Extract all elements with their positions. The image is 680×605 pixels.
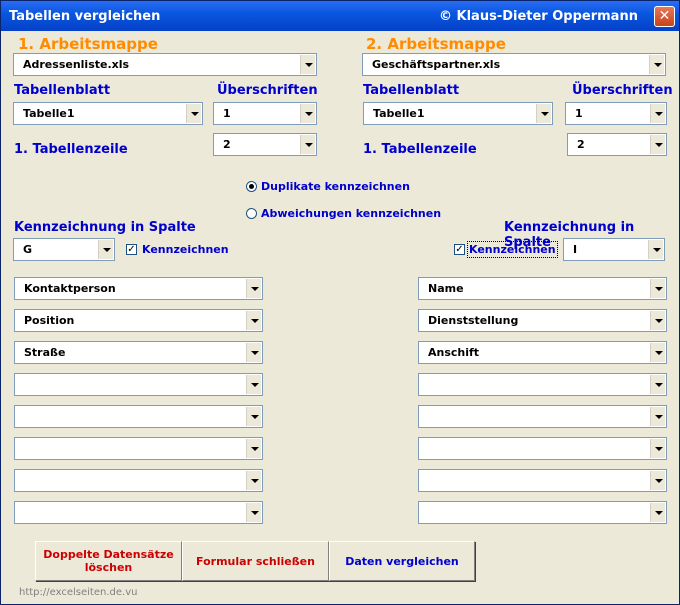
right-field-select[interactable]: Anschift [418, 341, 667, 364]
left-field-select[interactable] [14, 437, 263, 460]
right-headers-select[interactable]: 1 [565, 102, 667, 125]
right-field-value: Anschift [428, 346, 480, 359]
chevron-down-icon[interactable] [650, 407, 665, 426]
delete-duplicates-button[interactable]: Doppelte Datensätze löschen [35, 541, 182, 581]
chevron-down-icon[interactable] [300, 104, 315, 123]
right-sheet-label: Tabellenblatt [363, 83, 460, 98]
chevron-down-icon[interactable] [300, 135, 315, 154]
compare-data-button[interactable]: Daten vergleichen [329, 541, 475, 581]
chevron-down-icon[interactable] [650, 503, 665, 522]
left-first-row-label: 1. Tabellenzeile [14, 142, 128, 157]
chevron-down-icon[interactable] [650, 279, 665, 298]
right-sheet-select[interactable]: Tabelle1 [363, 102, 553, 125]
left-field-value: Straße [24, 346, 66, 359]
right-field-value: Name [428, 282, 464, 295]
right-sheet-value: Tabelle1 [373, 107, 425, 120]
chevron-down-icon[interactable] [246, 375, 261, 394]
chevron-down-icon[interactable] [246, 311, 261, 330]
left-sheet-label: Tabellenblatt [14, 83, 111, 98]
left-first-row-select[interactable]: 2 [213, 133, 317, 156]
left-field-value: Position [24, 314, 75, 327]
right-first-row-value: 2 [577, 138, 585, 151]
right-mark-column-select[interactable]: I [563, 238, 665, 261]
left-mark-checkbox[interactable]: ✓ [126, 244, 137, 255]
left-mark-checkbox-label[interactable]: Kennzeichnen [142, 243, 229, 256]
chevron-down-icon[interactable] [650, 439, 665, 458]
right-field-select[interactable]: Dienststellung [418, 309, 667, 332]
right-workbook-select[interactable]: Geschäftspartner.xls [362, 53, 666, 76]
right-workbook-value: Geschäftspartner.xls [372, 58, 501, 71]
duplicates-radio[interactable] [246, 181, 257, 192]
right-field-select[interactable] [418, 373, 667, 396]
left-headers-value: 1 [223, 107, 231, 120]
right-mark-checkbox[interactable]: ✓ [454, 244, 465, 255]
left-mark-column-select[interactable]: G [13, 238, 115, 261]
chevron-down-icon[interactable] [648, 240, 663, 259]
left-field-value: Kontaktperson [24, 282, 116, 295]
chevron-down-icon[interactable] [246, 343, 261, 362]
left-mark-column-value: G [23, 243, 33, 256]
left-sheet-select[interactable]: Tabelle1 [13, 102, 203, 125]
right-first-row-label: 1. Tabellenzeile [363, 142, 477, 157]
chevron-down-icon[interactable] [300, 55, 315, 74]
chevron-down-icon[interactable] [650, 104, 665, 123]
left-field-select[interactable]: Straße [14, 341, 263, 364]
left-sheet-value: Tabelle1 [23, 107, 75, 120]
chevron-down-icon[interactable] [536, 104, 551, 123]
copyright-text: © Klaus-Dieter Oppermann [439, 9, 638, 24]
left-mark-column-label: Kennzeichnung in Spalte [14, 220, 196, 235]
left-workbook-select[interactable]: Adressenliste.xls [13, 53, 317, 76]
right-first-row-select[interactable]: 2 [567, 133, 667, 156]
right-mark-checkbox-label[interactable]: Kennzeichnen [467, 241, 558, 258]
chevron-down-icon[interactable] [650, 471, 665, 490]
right-mark-column-value: I [573, 243, 578, 256]
close-icon[interactable]: ✕ [654, 6, 675, 27]
dialog-window: Tabellen vergleichen © Klaus-Dieter Oppe… [0, 0, 680, 605]
left-headers-select[interactable]: 1 [213, 102, 317, 125]
right-field-select[interactable] [418, 469, 667, 492]
left-field-select[interactable] [14, 373, 263, 396]
window-title: Tabellen vergleichen [9, 9, 161, 24]
chevron-down-icon[interactable] [246, 471, 261, 490]
left-workbook-value: Adressenliste.xls [23, 58, 130, 71]
left-field-select[interactable]: Position [14, 309, 263, 332]
right-field-select[interactable] [418, 437, 667, 460]
chevron-down-icon[interactable] [650, 311, 665, 330]
right-workbook-heading: 2. Arbeitsmappe [366, 35, 506, 53]
chevron-down-icon[interactable] [186, 104, 201, 123]
left-first-row-value: 2 [223, 138, 231, 151]
differences-radio-label[interactable]: Abweichungen kennzeichnen [261, 207, 441, 220]
close-form-button[interactable]: Formular schließen [182, 541, 329, 581]
chevron-down-icon[interactable] [98, 240, 113, 259]
chevron-down-icon[interactable] [650, 135, 665, 154]
left-field-select[interactable] [14, 469, 263, 492]
left-field-select[interactable] [14, 501, 263, 524]
right-headers-value: 1 [575, 107, 583, 120]
chevron-down-icon[interactable] [649, 55, 664, 74]
left-field-select[interactable] [14, 405, 263, 428]
chevron-down-icon[interactable] [246, 503, 261, 522]
chevron-down-icon[interactable] [246, 439, 261, 458]
chevron-down-icon[interactable] [650, 343, 665, 362]
chevron-down-icon[interactable] [650, 375, 665, 394]
differences-radio[interactable] [246, 208, 257, 219]
right-headers-label: Überschriften [572, 83, 673, 98]
left-workbook-heading: 1. Arbeitsmappe [18, 35, 158, 53]
left-headers-label: Überschriften [217, 83, 318, 98]
duplicates-radio-label[interactable]: Duplikate kennzeichnen [261, 180, 410, 193]
footer-url: http://excelseiten.de.vu [19, 587, 138, 598]
right-field-select[interactable]: Name [418, 277, 667, 300]
title-bar[interactable]: Tabellen vergleichen © Klaus-Dieter Oppe… [1, 1, 679, 31]
left-field-select[interactable]: Kontaktperson [14, 277, 263, 300]
chevron-down-icon[interactable] [246, 279, 261, 298]
right-field-value: Dienststellung [428, 314, 519, 327]
chevron-down-icon[interactable] [246, 407, 261, 426]
right-field-select[interactable] [418, 405, 667, 428]
right-field-select[interactable] [418, 501, 667, 524]
